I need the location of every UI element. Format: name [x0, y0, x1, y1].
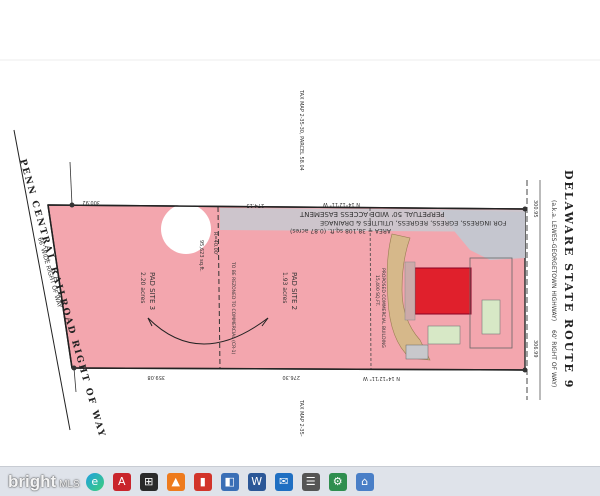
mail-icon[interactable]: ✉: [274, 472, 293, 491]
brand-logo: bright MLS: [8, 472, 80, 492]
corner-marker: [522, 367, 528, 373]
taskbar: bright MLS e A ⊞ ▲ ▮ ◧ W ✉ ☰ ⚙ ⌂: [0, 466, 600, 496]
road-name-label: DELAWARE STATE ROUTE 9: [562, 170, 575, 389]
proposed-building: [414, 267, 472, 315]
home-icon[interactable]: ⌂: [355, 472, 374, 491]
road-aka-label: (a.k.a. LEWES-GEORGETOWN HIGHWAY): [550, 200, 557, 321]
proposed-building-sub: 15,400 SQ.FT.: [374, 275, 380, 306]
easement-title: PERPETUAL 50' WIDE ACCESS EASEMENT: [299, 210, 444, 218]
rezoned-label: TO BE REZONED TO COMMERCIAL (CR-1): [230, 261, 236, 355]
tax-map-top-label: TAX MAP 2-35-30, PARCEL 58.04: [298, 89, 304, 171]
bearing-top: N 14°12'11" W: [323, 201, 360, 207]
store-icon[interactable]: ⊞: [139, 472, 158, 491]
tax-map-bottom-label: TAX MAP 2-35-: [298, 399, 304, 437]
pad-site-3-label: PAD SITE 3: [148, 272, 156, 310]
pad-site-2-area: 1.93 acres: [281, 272, 288, 303]
corner-marker: [71, 365, 77, 371]
easement-purpose: FOR INGRESS, EGRESS, REGRESS, UTILITIES …: [320, 219, 507, 227]
bearing-bottom: N 14°12'11" W: [363, 375, 400, 381]
building-canopy: [404, 261, 416, 321]
taskbar-icons: e A ⊞ ▲ ▮ ◧ W ✉ ☰ ⚙ ⌂: [85, 472, 374, 491]
photos-icon[interactable]: ◧: [220, 472, 239, 491]
easement-area: AREA = 38,108 sq.ft. (0.87 acres): [290, 227, 391, 234]
edge-icon[interactable]: e: [85, 472, 104, 491]
corner-marker: [69, 202, 75, 208]
proposed-building-label: PROPOSED COMMERCIAL BUILDING: [380, 268, 386, 348]
small-grey-box: [405, 344, 429, 360]
green-island: [427, 325, 461, 345]
dim-right-bottom: 306.99: [532, 340, 538, 358]
corner-marker: [522, 206, 528, 212]
radius-label: R=40.00': [212, 232, 218, 255]
pad-site-2-label: PAD SITE 2: [290, 272, 298, 310]
cart-icon[interactable]: ▲: [166, 472, 185, 491]
site-plan-map: DELAWARE STATE ROUTE 9 (a.k.a. LEWES-GEO…: [0, 59, 600, 439]
pad-site-3-sqft: 95,623 sq.ft.: [198, 240, 204, 272]
brand-suffix: MLS: [59, 478, 80, 490]
chart-icon[interactable]: ▮: [193, 472, 212, 491]
dim-bottom-left: 359.08: [148, 374, 166, 380]
settings-icon[interactable]: ⚙: [328, 472, 347, 491]
dim-top-mid: 274.15: [247, 202, 265, 208]
brand-name: bright: [8, 471, 57, 491]
property-extension-bottom: [73, 367, 77, 393]
word-icon[interactable]: W: [247, 472, 266, 491]
green-pad: [481, 299, 501, 335]
pad-site-3-area: 2.20 acres: [139, 272, 146, 303]
dim-right-top: 300.95: [532, 200, 538, 218]
acrobat-icon[interactable]: A: [112, 472, 131, 491]
dim-bottom-mid: 276.30: [283, 374, 301, 380]
property-extension-top: [69, 161, 73, 206]
road-row-label: 60' RIGHT OF WAY): [550, 330, 557, 387]
dim-top-left: 300.92: [83, 199, 101, 205]
explorer-icon[interactable]: ☰: [301, 472, 320, 491]
